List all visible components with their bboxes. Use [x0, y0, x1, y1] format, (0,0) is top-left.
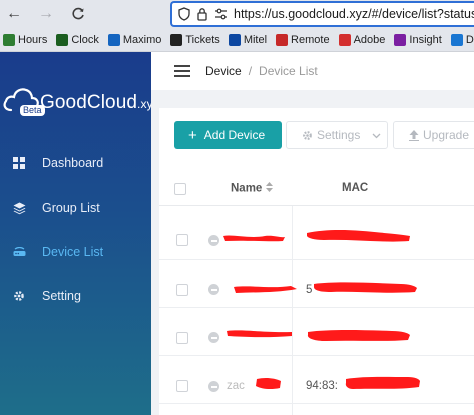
sort-icon[interactable] [266, 182, 274, 195]
menu-toggle-icon[interactable] [174, 65, 190, 77]
table-row[interactable] [159, 308, 474, 356]
row-checkbox[interactable] [176, 332, 188, 344]
table-row[interactable] [159, 212, 474, 260]
sidebar-item-setting[interactable]: Setting [0, 281, 151, 311]
lock-icon[interactable] [196, 6, 208, 22]
add-device-button[interactable]: + Add Device [174, 121, 282, 149]
sidebar-item-device-list[interactable]: Device List [0, 237, 151, 267]
offline-status-icon [208, 235, 219, 246]
device-icon [12, 245, 26, 259]
mitel-bookmark-icon [228, 33, 241, 46]
sidebar-item-dashboard[interactable]: Dashboard [0, 148, 151, 178]
back-icon[interactable]: ← [0, 0, 28, 28]
sidebar-item-label: Dashboard [42, 156, 104, 170]
breadcrumb-separator: / [248, 64, 253, 78]
bookmark-hours[interactable]: Hours [3, 33, 48, 46]
address-bar[interactable]: https://us.goodcloud.xyz/#/device/list?s… [170, 1, 474, 27]
forward-icon[interactable]: → [32, 0, 60, 28]
site-controls-icon[interactable] [214, 6, 228, 22]
logo-text: GoodCloud.xyz [40, 92, 159, 114]
maximo-bookmark-icon [107, 33, 120, 46]
sidebar-item-group-list[interactable]: Group List [0, 193, 151, 223]
mac-redaction [345, 376, 420, 389]
name-redaction [223, 235, 285, 242]
sidebar-item-label: Setting [42, 289, 81, 303]
name-redaction [234, 286, 297, 293]
dell-bookmark-icon [450, 33, 463, 46]
sidebar: Beta GoodCloud.xyz Dashboard Group List … [0, 52, 159, 415]
gear-icon [302, 130, 313, 141]
bookmark-remote[interactable]: Remote [276, 33, 330, 46]
settings-label: Settings [317, 128, 361, 142]
bookmark-clock[interactable]: Clock [56, 33, 99, 46]
hours-bookmark-icon [3, 33, 15, 46]
table-header: Name MAC [159, 170, 474, 206]
name-redaction [256, 377, 281, 390]
bookmark-label: Clock [71, 33, 99, 46]
reload-icon[interactable] [64, 0, 92, 28]
mac-redaction [307, 330, 410, 341]
url-text: https://us.goodcloud.xyz/#/device/list?s… [234, 7, 474, 21]
bookmark-label: Dell [465, 33, 474, 46]
offline-status-icon [208, 284, 219, 295]
table-row[interactable]: 5 [159, 260, 474, 308]
column-mac-header: MAC [342, 182, 369, 194]
browser-nav-bar: ← → https://us.goodcloud.xyz/#/device/li… [0, 0, 474, 28]
select-all-checkbox[interactable] [174, 183, 186, 195]
logo[interactable]: Beta GoodCloud.xyz [0, 84, 159, 124]
column-name-label: Name [231, 182, 263, 195]
breadcrumb-device[interactable]: Device [205, 64, 242, 78]
tickets-bookmark-icon [170, 33, 183, 46]
column-name-header[interactable]: Name [231, 182, 274, 195]
clock-bookmark-icon [56, 33, 69, 46]
bookmark-mitel[interactable]: Mitel [228, 33, 268, 46]
gear-icon [12, 289, 26, 303]
bookmark-maximo[interactable]: Maximo [107, 33, 162, 46]
sidebar-item-label: Group List [42, 201, 100, 215]
row-checkbox[interactable] [176, 380, 188, 392]
bookmark-label: Maximo [122, 33, 162, 46]
insight-bookmark-icon [394, 33, 407, 46]
top-header: Device / Device List [151, 52, 474, 90]
remote-bookmark-icon [276, 33, 289, 46]
offline-status-icon [208, 332, 219, 343]
breadcrumb-device-list: Device List [259, 64, 318, 78]
bookmark-label: Tickets [185, 33, 220, 46]
upgrade-label: Upgrade [423, 128, 470, 142]
sidebar-item-label: Device List [42, 245, 104, 259]
bookmark-label: Remote [291, 33, 330, 46]
chevron-down-icon [372, 128, 381, 142]
logo-name: GoodCloud [40, 92, 138, 113]
bookmark-insight[interactable]: Insight [394, 33, 442, 46]
offline-status-icon [208, 381, 219, 392]
settings-dropdown-button[interactable]: Settings [286, 121, 388, 149]
bookmark-label: Insight [409, 33, 442, 46]
bookmark-tickets[interactable]: Tickets [170, 33, 220, 46]
bookmark-label: Adobe [353, 33, 386, 46]
bookmark-label: Mitel [243, 33, 268, 46]
row-checkbox[interactable] [176, 234, 188, 246]
mac-redaction [307, 229, 410, 242]
device-list-card: + Add Device Settings Upgrade Name MAC 5… [159, 108, 474, 415]
dashboard-icon [12, 156, 26, 170]
plus-icon: + [188, 126, 197, 144]
main-content: Device / Device List + Add Device Settin… [151, 52, 474, 415]
table-row[interactable]: zac 94:83: [159, 356, 474, 404]
row-checkbox[interactable] [176, 284, 188, 296]
shield-icon[interactable] [178, 6, 190, 22]
name-redaction [227, 330, 292, 338]
bookmark-dell[interactable]: Dell [450, 33, 474, 46]
bookmark-adobe[interactable]: Adobe [338, 33, 386, 46]
adobe-bookmark-icon [338, 33, 351, 46]
mac-redaction [314, 282, 417, 293]
upload-icon [409, 129, 419, 141]
add-device-label: Add Device [203, 128, 266, 142]
upgrade-dropdown-button[interactable]: Upgrade [393, 121, 474, 149]
bookmarks-bar: Hours Clock Maximo Tickets Mitel Remote Adobe I… [0, 28, 474, 52]
device-mac-cell: 94:83: [306, 380, 338, 392]
bookmark-label: Hours [18, 33, 48, 46]
device-name-cell: zac [227, 380, 245, 392]
layers-icon [12, 201, 26, 215]
